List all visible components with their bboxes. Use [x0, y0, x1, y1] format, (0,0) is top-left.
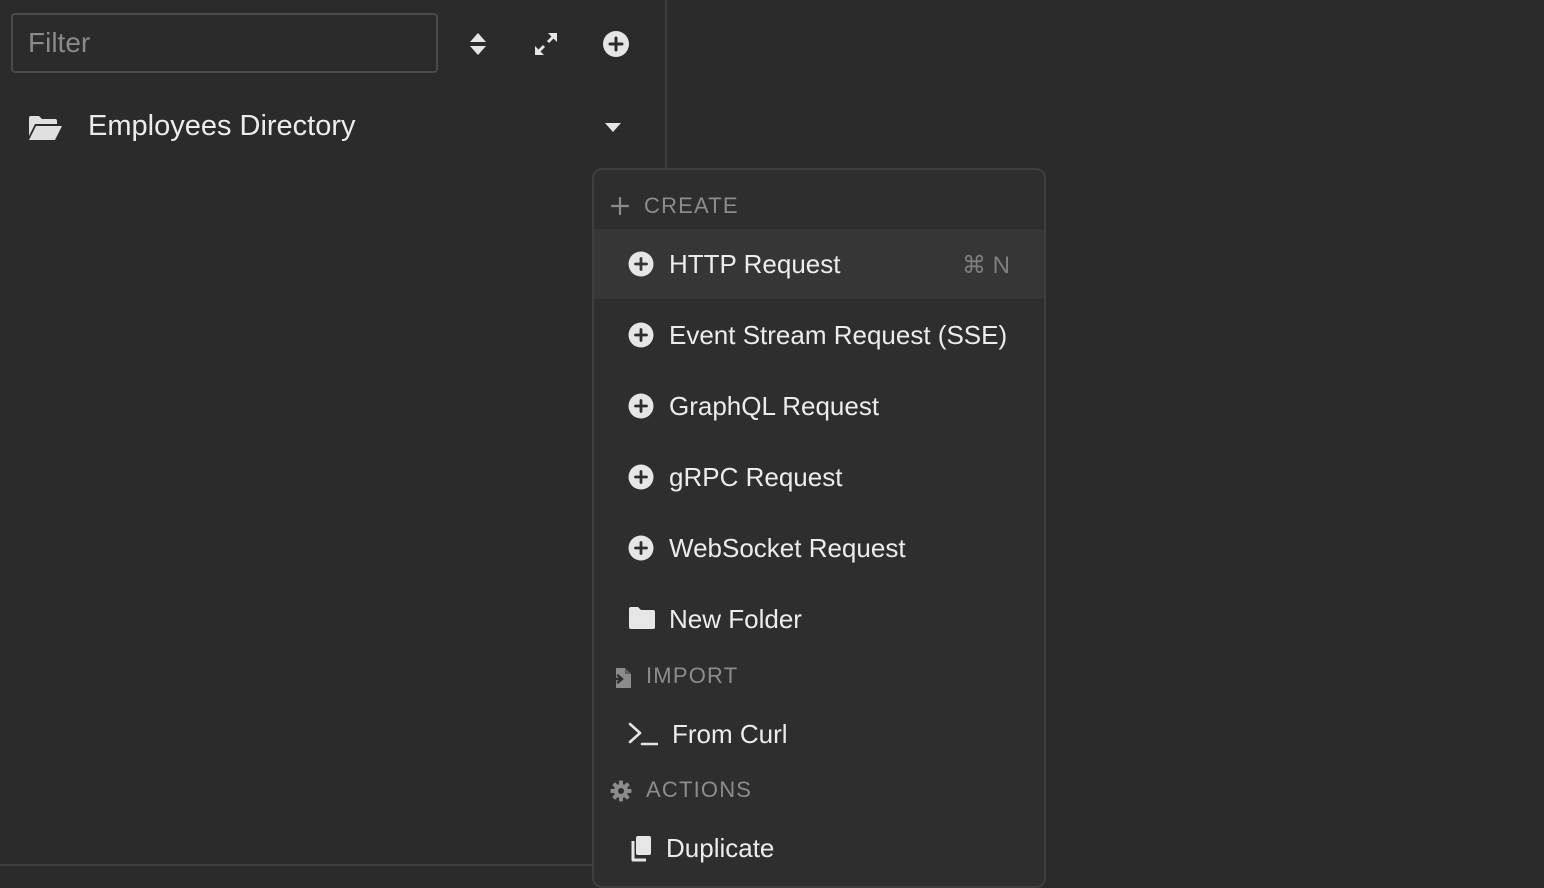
section-import: IMPORT: [594, 656, 1044, 696]
section-create: CREATE: [594, 186, 1044, 226]
menu-item-http-request[interactable]: HTTP Request ⌘ N: [594, 229, 1044, 299]
menu-item-graphql-request[interactable]: GraphQL Request: [594, 371, 1044, 441]
menu-item-grpc-request[interactable]: gRPC Request: [594, 442, 1044, 512]
expand-button[interactable]: [526, 22, 566, 66]
menu-item-label: From Curl: [672, 719, 788, 749]
menu-item-from-curl[interactable]: From Curl: [594, 699, 1044, 769]
menu-item-event-stream-request[interactable]: Event Stream Request (SSE): [594, 300, 1044, 370]
filter-input[interactable]: [11, 13, 438, 73]
plus-circle-icon: [628, 251, 654, 277]
plus-circle-icon: [628, 464, 654, 490]
plus-icon: [610, 196, 630, 216]
shortcut-hint: ⌘ N: [962, 252, 1010, 279]
sort-updown-icon: [470, 33, 486, 55]
collection-title: Employees Directory: [88, 110, 356, 142]
menu-item-label: WebSocket Request: [669, 533, 906, 563]
sidebar: Employees Directory: [0, 0, 667, 866]
file-import-icon: [610, 668, 631, 688]
expand-arrows-icon: [535, 33, 557, 55]
menu-item-websocket-request[interactable]: WebSocket Request: [594, 513, 1044, 583]
collection-row[interactable]: Employees Directory: [0, 98, 665, 158]
copy-icon: [631, 836, 651, 862]
menu-item-new-folder[interactable]: New Folder: [594, 584, 1044, 654]
dropdown-menu: CREATE HTTP Request ⌘ N Event Stream Req…: [592, 168, 1046, 888]
menu-item-label: HTTP Request: [669, 249, 841, 279]
plus-circle-icon: [628, 393, 654, 419]
section-import-label: IMPORT: [646, 663, 739, 688]
section-actions: ACTIONS: [594, 770, 1044, 810]
menu-item-label: GraphQL Request: [669, 391, 880, 421]
menu-item-label: gRPC Request: [669, 462, 843, 492]
section-actions-label: ACTIONS: [646, 777, 753, 802]
plus-circle-icon: [603, 31, 629, 57]
plus-circle-icon: [628, 322, 654, 348]
folder-open-icon: [29, 116, 62, 140]
plus-circle-icon: [628, 535, 654, 561]
section-create-label: CREATE: [644, 193, 739, 218]
menu-item-label: Duplicate: [666, 833, 775, 863]
folder-icon: [629, 607, 655, 629]
caret-down-icon[interactable]: [602, 120, 624, 136]
menu-item-label: Event Stream Request (SSE): [669, 320, 1008, 350]
add-button[interactable]: [596, 22, 636, 66]
menu-item-duplicate[interactable]: Duplicate: [594, 813, 1044, 883]
terminal-icon: [628, 722, 658, 746]
menu-item-label: New Folder: [669, 604, 802, 634]
sort-button[interactable]: [458, 22, 498, 66]
gear-icon: [610, 780, 632, 802]
